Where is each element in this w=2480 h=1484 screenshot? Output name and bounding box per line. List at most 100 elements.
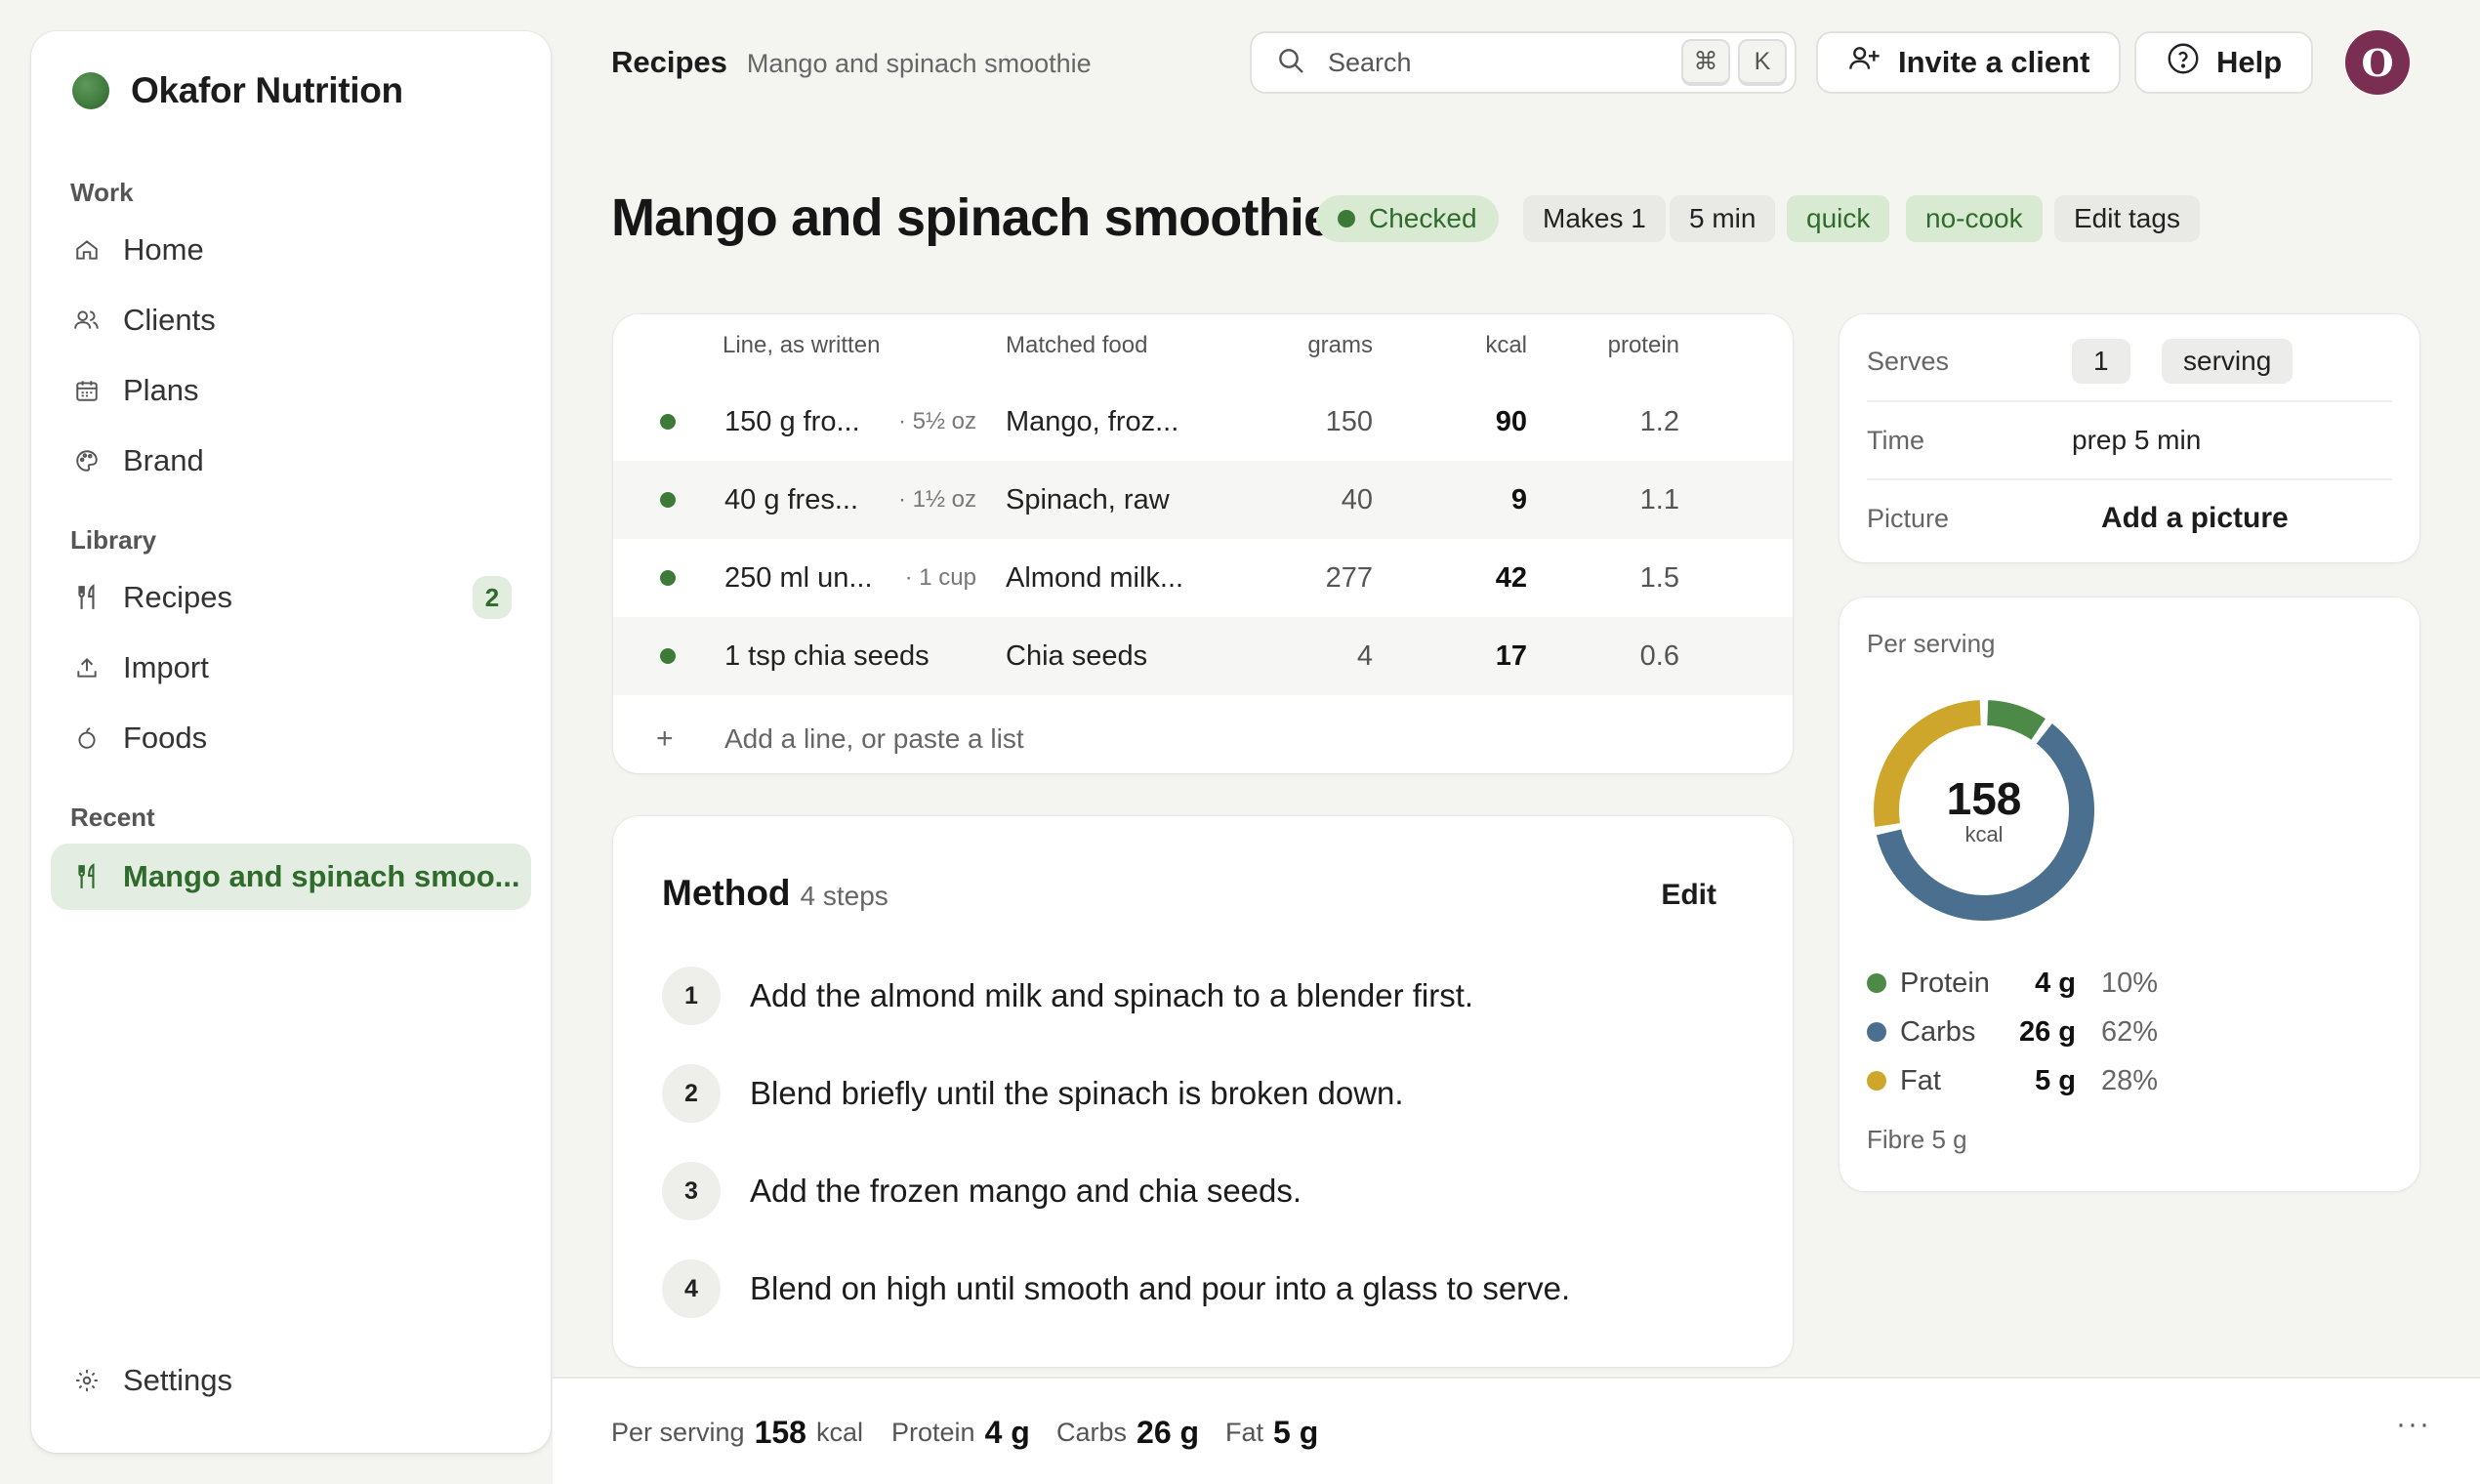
sidebar-item-clients[interactable]: Clients	[51, 287, 531, 353]
search-input[interactable]: Search ⌘ K	[1250, 31, 1797, 94]
footer-kcal-value: 158	[754, 1414, 806, 1450]
serves-unit[interactable]: serving	[2162, 339, 2294, 384]
time-label: Time	[1867, 425, 1924, 455]
legend-name: Protein	[1900, 967, 1990, 999]
donut-segment-protein	[1986, 700, 2046, 740]
invite-client-button[interactable]: Invite a client	[1816, 31, 2122, 94]
grams-value: 40	[1341, 483, 1373, 515]
serves-row: Serves 1 serving	[1867, 322, 2392, 400]
kcal-value: 42	[1495, 561, 1527, 594]
per-serving-label: Per serving	[1867, 629, 1996, 658]
help-button[interactable]: Help	[2134, 31, 2314, 94]
step-text: Add the almond milk and spinach to a ble…	[750, 977, 1474, 1013]
sidebar-item-import[interactable]: Import	[51, 635, 531, 701]
breadcrumb-section[interactable]: Recipes	[611, 45, 727, 80]
sidebar-item-plans[interactable]: Plans	[51, 357, 531, 424]
add-picture-button[interactable]: Add a picture	[2101, 502, 2289, 535]
time-value[interactable]: prep 5 min	[2072, 425, 2201, 456]
kcal-value: 9	[1510, 483, 1527, 515]
table-row[interactable]: 40 g fres... · 1½ oz Spinach, raw 40 9 1…	[613, 461, 1793, 539]
matched-food[interactable]: Spinach, raw	[1006, 461, 1170, 539]
kcal-value: 90	[1495, 405, 1527, 437]
brand[interactable]: Okafor Nutrition	[72, 70, 403, 111]
grams-value: 4	[1356, 639, 1373, 672]
table-row[interactable]: 1 tsp chia seeds Chia seeds 4 17 0.6	[613, 617, 1793, 695]
sidebar-item-settings[interactable]: Settings	[51, 1347, 531, 1414]
help-icon	[2166, 41, 2201, 84]
tag-no-cook[interactable]: no-cook	[1906, 195, 2043, 242]
sidebar-item-label: Settings	[123, 1363, 233, 1397]
brand-logo	[72, 72, 109, 109]
matched-food[interactable]: Mango, froz...	[1006, 383, 1178, 461]
column-header-grams: grams	[1307, 332, 1373, 358]
time-row: Time prep 5 min	[1867, 400, 2392, 478]
kcal-value: 17	[1495, 639, 1527, 672]
grams-value: 277	[1325, 561, 1373, 594]
sidebar-item-recipes[interactable]: Recipes 2	[51, 564, 531, 631]
serves-value[interactable]: 1	[2072, 339, 2130, 384]
method-step[interactable]: 4 Blend on high until smooth and pour in…	[662, 1259, 1570, 1318]
line-text[interactable]: 150 g fro...	[724, 383, 860, 461]
step-number: 1	[662, 967, 721, 1025]
step-text: Blend on high until smooth and pour into…	[750, 1270, 1571, 1306]
method-title: Method	[662, 873, 791, 913]
shortcut-key: K	[1738, 39, 1787, 86]
table-row[interactable]: 150 g fro... · 5½ oz Mango, froz... 150 …	[613, 383, 1793, 461]
utensils-icon	[72, 862, 102, 891]
page-title: Mango and spinach smoothie	[611, 188, 1333, 247]
avatar[interactable]: O	[2345, 30, 2410, 95]
method-step-count: 4 steps	[800, 881, 889, 911]
status-badge: Checked	[1316, 195, 1499, 242]
sidebar-item-foods[interactable]: Foods	[51, 705, 531, 771]
sidebar-item-recent-recipe[interactable]: Mango and spinach smoo...	[51, 844, 531, 910]
tag-makes[interactable]: Makes 1	[1523, 195, 1666, 242]
protein-value: 0.6	[1639, 639, 1679, 672]
palette-icon	[72, 446, 102, 475]
legend-grams: 4 g	[2035, 967, 2076, 999]
step-number: 2	[662, 1064, 721, 1123]
step-number: 4	[662, 1259, 721, 1318]
footer-fat: Fat 5 g	[1225, 1379, 1318, 1484]
protein-value: 1.2	[1639, 405, 1679, 437]
unit-conversion: · 5½ oz	[897, 408, 976, 434]
sidebar-item-label: Home	[123, 232, 204, 267]
add-user-icon	[1847, 43, 1882, 82]
tag-quick[interactable]: quick	[1787, 195, 1890, 242]
step-text: Blend briefly until the spinach is broke…	[750, 1075, 1404, 1111]
sidebar-item-label: Clients	[123, 303, 216, 337]
sidebar: Okafor Nutrition Work Home Clients Plans…	[31, 31, 551, 1453]
protein-value: 1.1	[1639, 483, 1679, 515]
sidebar-item-brand[interactable]: Brand	[51, 428, 531, 494]
edit-tags-button[interactable]: Edit tags	[2054, 195, 2200, 242]
method-step[interactable]: 2 Blend briefly until the spinach is bro…	[662, 1064, 1404, 1123]
users-icon	[72, 306, 102, 335]
breadcrumb: Recipes Mango and spinach smoothie	[611, 45, 1092, 80]
method-step[interactable]: 3 Add the frozen mango and chia seeds.	[662, 1162, 1302, 1220]
column-header-kcal: kcal	[1485, 332, 1527, 358]
tag-time[interactable]: 5 min	[1670, 195, 1776, 242]
picture-row: Picture Add a picture	[1867, 478, 2392, 556]
per-serving-card: Per serving 158 kcal Protein 4 g 10% Car…	[1839, 598, 2419, 1191]
matched-food[interactable]: Almond milk...	[1006, 539, 1183, 617]
sidebar-item-home[interactable]: Home	[51, 217, 531, 283]
protein-value: 1.5	[1639, 561, 1679, 594]
protein-swatch	[1867, 973, 1886, 993]
status-dot	[1338, 210, 1355, 227]
fat-swatch	[1867, 1071, 1886, 1091]
picture-label: Picture	[1867, 503, 1950, 533]
matched-food[interactable]: Chia seeds	[1006, 617, 1147, 695]
edit-method-button[interactable]: Edit	[1661, 879, 1716, 912]
add-line-input[interactable]: + Add a line, or paste a list	[613, 705, 1793, 773]
line-text[interactable]: 40 g fres...	[724, 461, 858, 539]
sidebar-item-label: Mango and spinach smoo...	[123, 859, 520, 893]
match-status-dot	[660, 539, 676, 617]
step-text: Add the frozen mango and chia seeds.	[750, 1173, 1302, 1209]
legend-percent: 10%	[2101, 967, 2159, 999]
table-row[interactable]: 250 ml un... · 1 cup Almond milk... 277 …	[613, 539, 1793, 617]
match-status-dot	[660, 461, 676, 539]
more-options-icon[interactable]: ···	[2396, 1408, 2431, 1441]
line-text[interactable]: 250 ml un...	[724, 539, 873, 617]
plus-icon: +	[656, 722, 674, 755]
method-step[interactable]: 1 Add the almond milk and spinach to a b…	[662, 967, 1473, 1025]
line-text[interactable]: 1 tsp chia seeds	[724, 617, 930, 695]
